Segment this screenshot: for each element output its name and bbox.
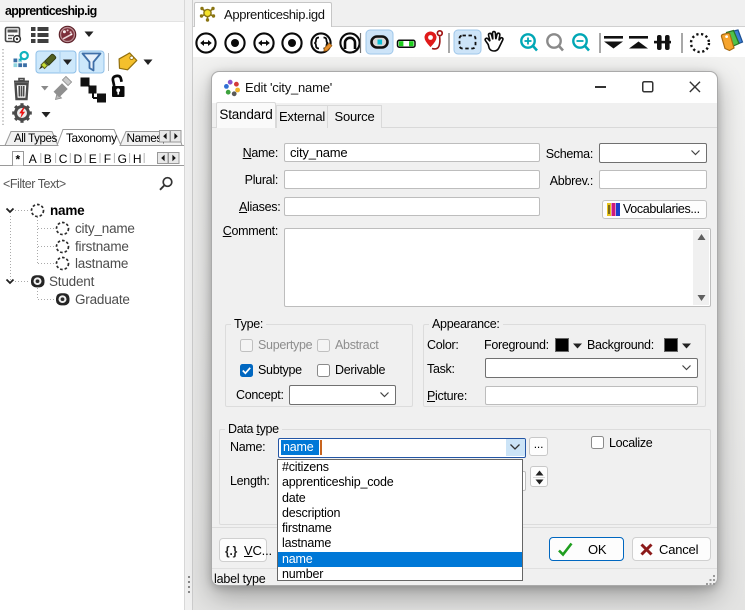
svg-text:All Types: All Types: [14, 133, 57, 145]
svg-text:name: name: [50, 203, 85, 218]
svg-text:C: C: [59, 152, 68, 166]
svg-text:Student: Student: [49, 274, 95, 289]
svg-text:B: B: [44, 152, 52, 166]
svg-text:H: H: [133, 152, 141, 166]
svg-text:{.}: {.}: [225, 544, 238, 558]
svg-text:G: G: [118, 152, 127, 166]
svg-text:D: D: [74, 152, 83, 166]
svg-text:lastname: lastname: [75, 256, 128, 271]
svg-text:*: *: [16, 153, 21, 167]
svg-text:city_name: city_name: [75, 221, 135, 236]
svg-text:firstname: firstname: [75, 239, 129, 254]
svg-text:Taxonomy: Taxonomy: [66, 131, 117, 145]
svg-text:F: F: [104, 152, 111, 166]
svg-text:E: E: [89, 152, 97, 166]
svg-text:Graduate: Graduate: [75, 292, 130, 307]
svg-text:A: A: [29, 152, 37, 166]
